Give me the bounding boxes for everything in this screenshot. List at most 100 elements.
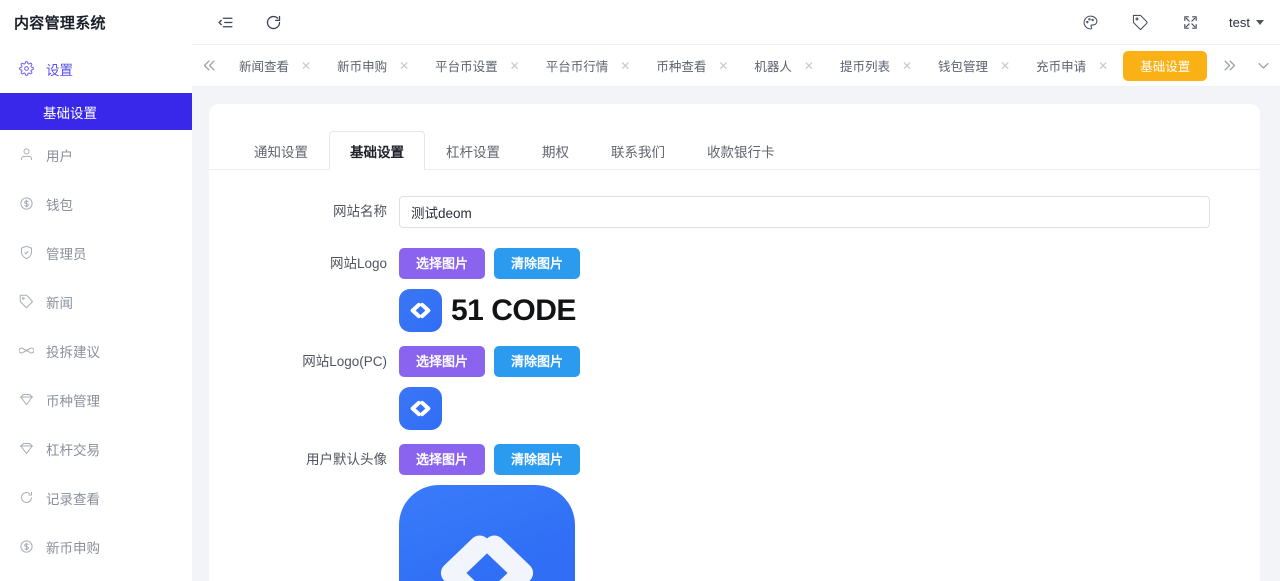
site-logo-pc-field-wrap: 选择图片 清除图片 bbox=[399, 346, 1236, 430]
sidebar-item-label: 投拆建议 bbox=[46, 341, 100, 361]
close-icon[interactable]: ✕ bbox=[399, 60, 409, 72]
user-default-avatar-field-wrap: 选择图片 清除图片 bbox=[399, 444, 1236, 581]
chevron-down-icon bbox=[1256, 20, 1264, 25]
gear-icon bbox=[18, 60, 35, 77]
sidebar-item-record-view[interactable]: 记录查看 bbox=[0, 473, 192, 522]
sidebar-item-complaints[interactable]: 投拆建议 bbox=[0, 326, 192, 375]
site-logo-preview: 51 CODE bbox=[399, 279, 1236, 332]
close-icon[interactable]: ✕ bbox=[510, 60, 520, 72]
user-default-avatar-preview bbox=[399, 475, 1236, 581]
refresh-icon[interactable] bbox=[262, 11, 284, 33]
diamond-icon bbox=[18, 391, 35, 408]
form-row-user-default-avatar: 用户默认头像 选择图片 清除图片 bbox=[233, 444, 1236, 581]
sidebar-item-admin[interactable]: 管理员 bbox=[0, 228, 192, 277]
sidebar-item-label: 新闻 bbox=[46, 292, 73, 312]
refresh-circle-icon bbox=[18, 489, 35, 506]
site-logo-select-image-button[interactable]: 选择图片 bbox=[399, 248, 485, 279]
close-icon[interactable]: ✕ bbox=[718, 60, 728, 72]
tab-deposit-request[interactable]: 充币申请 ✕ bbox=[1025, 53, 1119, 79]
fullscreen-icon[interactable] bbox=[1179, 11, 1201, 33]
tab-basic-settings[interactable]: 基础设置 bbox=[1123, 51, 1207, 81]
tab-withdraw-list[interactable]: 提币列表 ✕ bbox=[829, 53, 923, 79]
basic-settings-form: 网站名称 网站Logo 选择图片 清除图片 bbox=[209, 170, 1260, 581]
close-icon[interactable]: ✕ bbox=[620, 60, 630, 72]
dollar-circle-icon bbox=[18, 195, 35, 212]
site-logo-field-wrap: 选择图片 清除图片 51 CO bbox=[399, 248, 1236, 332]
tab-notification-settings[interactable]: 通知设置 bbox=[233, 131, 329, 170]
settings-tabs: 通知设置 基础设置 杠杆设置 期权 联系我们 收款银行卡 bbox=[209, 104, 1260, 170]
site-logo-label: 网站Logo bbox=[233, 248, 399, 280]
tab-options[interactable]: 期权 bbox=[521, 131, 590, 170]
site-logo-pc-buttons: 选择图片 清除图片 bbox=[399, 346, 1236, 377]
tab-platform-coin-settings[interactable]: 平台币设置 ✕ bbox=[424, 53, 531, 79]
tag-icon[interactable] bbox=[1129, 11, 1151, 33]
header-left-actions bbox=[214, 11, 284, 33]
close-icon[interactable]: ✕ bbox=[1098, 60, 1108, 72]
diamond-icon bbox=[18, 440, 35, 457]
close-icon[interactable]: ✕ bbox=[804, 60, 814, 72]
inner-tab-label: 基础设置 bbox=[350, 145, 404, 160]
menu-collapse-icon[interactable] bbox=[214, 11, 236, 33]
site-logo-pc-label: 网站Logo(PC) bbox=[233, 346, 399, 378]
site-logo-pc-clear-image-button[interactable]: 清除图片 bbox=[494, 346, 580, 377]
tab-label: 新闻查看 bbox=[239, 56, 289, 75]
dollar-circle-icon bbox=[18, 538, 35, 555]
tab-basic-settings[interactable]: 基础设置 bbox=[329, 131, 425, 170]
close-icon[interactable]: ✕ bbox=[902, 60, 912, 72]
tab-label: 机器人 bbox=[754, 56, 792, 75]
inner-tab-label: 收款银行卡 bbox=[707, 145, 775, 160]
inner-tab-label: 联系我们 bbox=[611, 145, 665, 160]
tab-leverage-settings[interactable]: 杠杆设置 bbox=[425, 131, 521, 170]
tab-label: 币种查看 bbox=[656, 56, 706, 75]
inner-tab-label: 期权 bbox=[542, 145, 569, 160]
spacer bbox=[233, 228, 1236, 248]
sidebar-item-new-coin-subscription[interactable]: 新币申购 bbox=[0, 522, 192, 571]
code-brackets-icon bbox=[399, 289, 442, 332]
user-avatar-clear-image-button[interactable]: 清除图片 bbox=[494, 444, 580, 475]
tab-strip: 新闻查看 ✕ 新币申购 ✕ 平台币设置 ✕ 平台币行情 ✕ 币种查看 ✕ 机器人… bbox=[192, 44, 1280, 86]
close-icon[interactable]: ✕ bbox=[301, 60, 311, 72]
tab-contact-us[interactable]: 联系我们 bbox=[590, 131, 686, 170]
close-icon[interactable]: ✕ bbox=[1000, 60, 1010, 72]
app-root: 内容管理系统 设置 基础设置 bbox=[0, 0, 1280, 581]
sidebar-item-users[interactable]: 用户 bbox=[0, 130, 192, 179]
tab-wallet-management[interactable]: 钱包管理 ✕ bbox=[927, 53, 1021, 79]
sidebar-item-wallet[interactable]: 钱包 bbox=[0, 179, 192, 228]
chevron-down-icon[interactable] bbox=[1246, 45, 1280, 87]
user-menu[interactable]: test bbox=[1229, 15, 1264, 30]
sidebar-item-coin-management[interactable]: 币种管理 bbox=[0, 375, 192, 424]
open-tabs: 新闻查看 ✕ 新币申购 ✕ 平台币设置 ✕ 平台币行情 ✕ 币种查看 ✕ 机器人… bbox=[226, 45, 1212, 87]
logo-51code: 51 CODE bbox=[399, 289, 1236, 332]
tag-icon bbox=[18, 293, 35, 310]
sidebar-item-news[interactable]: 新闻 bbox=[0, 277, 192, 326]
sidebar-item-label: 设置 bbox=[46, 59, 73, 79]
logo-text: 51 CODE bbox=[451, 296, 576, 326]
site-logo-buttons: 选择图片 清除图片 bbox=[399, 248, 1236, 279]
tab-coin-view[interactable]: 币种查看 ✕ bbox=[645, 53, 739, 79]
shield-check-icon bbox=[18, 244, 35, 261]
settings-card: 通知设置 基础设置 杠杆设置 期权 联系我们 收款银行卡 bbox=[209, 104, 1260, 581]
spacer bbox=[233, 332, 1236, 346]
tab-payment-bank-card[interactable]: 收款银行卡 bbox=[686, 131, 796, 170]
main-content: 通知设置 基础设置 杠杆设置 期权 联系我们 收款银行卡 bbox=[192, 86, 1280, 581]
double-chevron-left-icon[interactable] bbox=[192, 45, 226, 87]
header-right-actions: test bbox=[1079, 11, 1264, 33]
form-row-site-logo-pc: 网站Logo(PC) 选择图片 清除图片 bbox=[233, 346, 1236, 430]
site-logo-pc-select-image-button[interactable]: 选择图片 bbox=[399, 346, 485, 377]
tab-platform-coin-market[interactable]: 平台币行情 ✕ bbox=[535, 53, 642, 79]
sidebar-subitem-label: 基础设置 bbox=[43, 102, 97, 122]
sidebar-subitem-basic-settings[interactable]: 基础设置 bbox=[0, 93, 192, 130]
user-default-avatar-buttons: 选择图片 清除图片 bbox=[399, 444, 1236, 475]
tab-new-coin-subscription[interactable]: 新币申购 ✕ bbox=[326, 53, 420, 79]
user-avatar-select-image-button[interactable]: 选择图片 bbox=[399, 444, 485, 475]
tab-news-view[interactable]: 新闻查看 ✕ bbox=[228, 53, 322, 79]
theme-palette-icon[interactable] bbox=[1079, 11, 1101, 33]
site-logo-clear-image-button[interactable]: 清除图片 bbox=[494, 248, 580, 279]
site-name-input[interactable] bbox=[399, 196, 1210, 228]
sidebar-item-settings[interactable]: 设置 bbox=[0, 44, 192, 93]
tab-robot[interactable]: 机器人 ✕ bbox=[743, 53, 825, 79]
sidebar-item-leverage-trading[interactable]: 杠杆交易 bbox=[0, 424, 192, 473]
double-chevron-right-icon[interactable] bbox=[1212, 45, 1246, 87]
code-brackets-icon bbox=[399, 387, 442, 430]
tab-label: 充币申请 bbox=[1036, 56, 1086, 75]
